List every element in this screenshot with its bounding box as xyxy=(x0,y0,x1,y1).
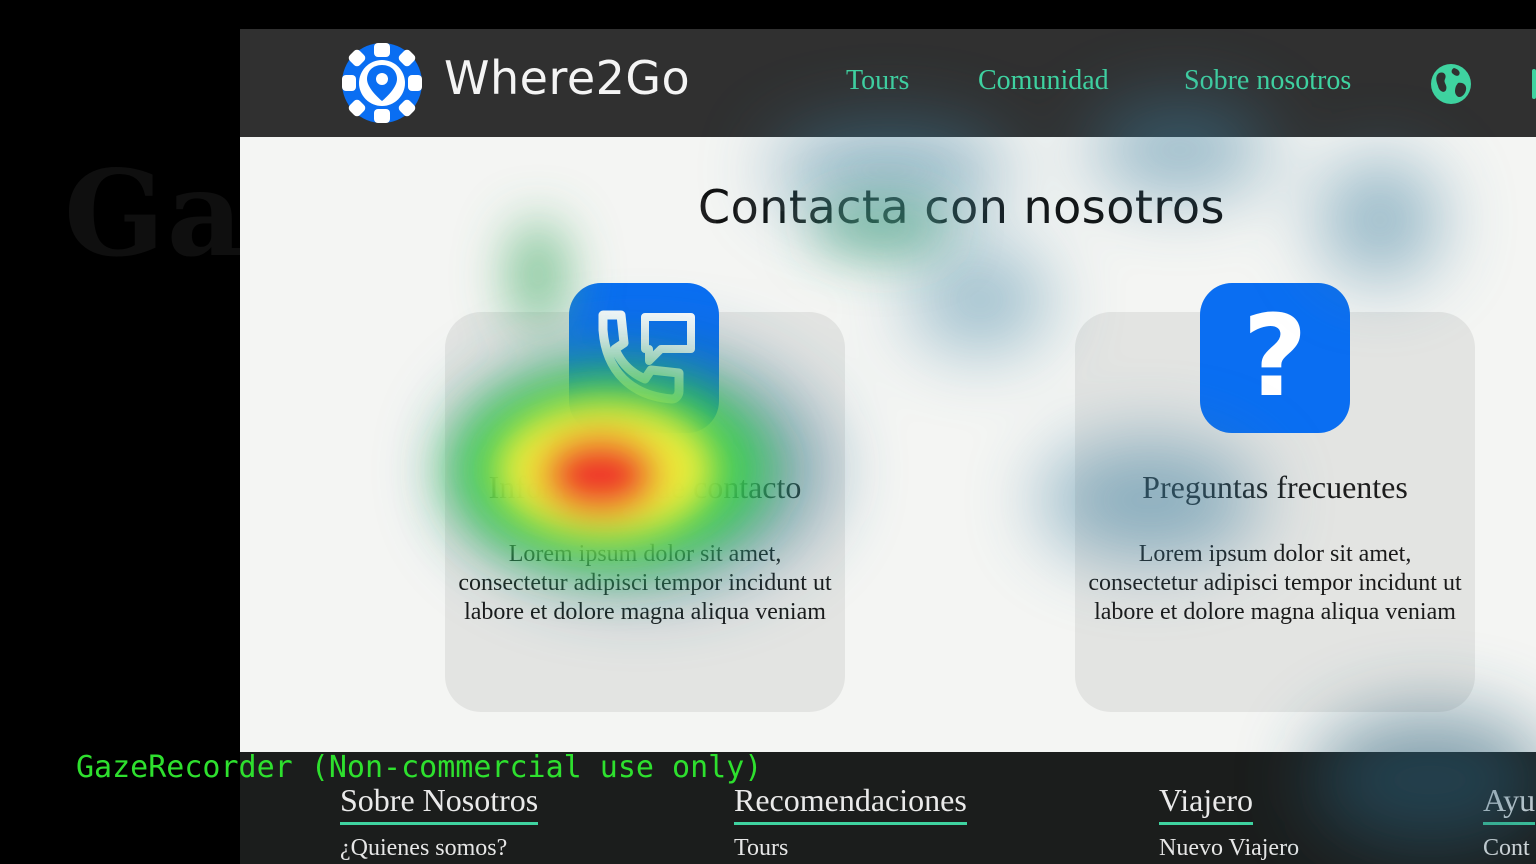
globe-icon[interactable] xyxy=(1430,63,1472,105)
footer-column-ayuda: Ayu Cont xyxy=(1483,782,1536,862)
faq-title: Preguntas frecuentes xyxy=(1142,469,1408,505)
footer-column-recomendaciones: Recomendaciones Tours xyxy=(734,782,967,862)
footer-link[interactable]: ¿Quienes somos? xyxy=(340,835,538,862)
page-title: Contacta con nosotros xyxy=(698,180,1225,234)
phone-message-icon[interactable] xyxy=(569,283,719,433)
contact-info-text: Lorem ipsum dolor sit amet, consectetur … xyxy=(458,541,832,625)
footer-heading: Recomendaciones xyxy=(734,782,967,825)
top-navbar: Where2Go Tours Comunidad Sobre nosotros xyxy=(240,29,1536,137)
footer-column-viajero: Viajero Nuevo Viajero xyxy=(1159,782,1299,862)
footer-link[interactable]: Tours xyxy=(734,835,967,862)
faq-text: Lorem ipsum dolor sit amet, consectetur … xyxy=(1088,541,1462,625)
nav-item-comunidad[interactable]: Comunidad xyxy=(978,65,1109,97)
footer-link[interactable]: Nuevo Viajero xyxy=(1159,835,1299,862)
contact-info-title: Información de contacto xyxy=(488,469,802,505)
footer-heading: Viajero xyxy=(1159,782,1254,825)
question-mark-icon[interactable]: ? xyxy=(1200,283,1350,433)
contact-section: Contacta con nosotros ? Información de c… xyxy=(240,137,1536,752)
screen: Where2Go Tours Comunidad Sobre nosotros … xyxy=(0,0,1536,864)
nav-item-sobre-nosotros[interactable]: Sobre nosotros xyxy=(1184,65,1351,97)
footer-column-sobre-nosotros: Sobre Nosotros ¿Quienes somos? xyxy=(340,782,539,862)
brand-name[interactable]: Where2Go xyxy=(444,51,690,105)
footer-heading: Ayu xyxy=(1483,782,1536,825)
nav-menu-edge[interactable] xyxy=(1532,69,1536,99)
gazerecorder-label: GazeRecorder (Non-commercial use only) xyxy=(76,750,763,785)
location-pin-gear-icon[interactable] xyxy=(340,43,424,123)
footer-heading: Sobre Nosotros xyxy=(340,782,539,825)
nav-item-tours[interactable]: Tours xyxy=(846,65,909,97)
footer-link[interactable]: Cont xyxy=(1483,835,1535,862)
